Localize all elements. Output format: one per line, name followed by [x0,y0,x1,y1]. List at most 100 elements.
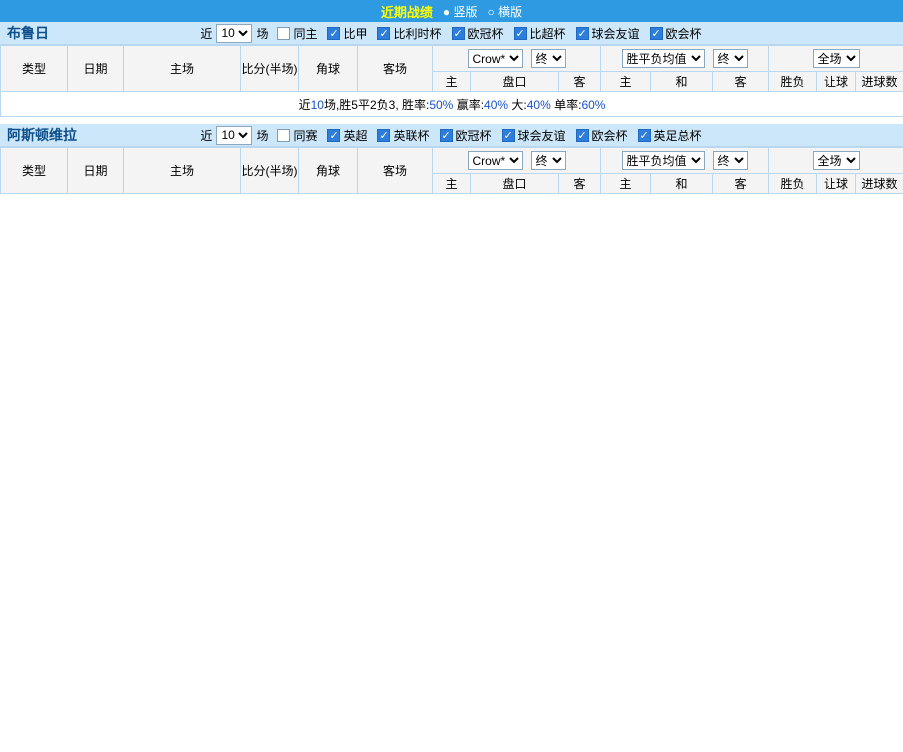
col-header-euro-draw: 和 [650,173,714,194]
col-header-result: 胜负 [768,173,818,194]
competition-label: 比利时杯 [393,26,442,41]
col-header-handicap-line: 盘口 [470,71,559,92]
same-competition-label: 同赛 [293,128,318,143]
summary-segment: 40% [484,97,509,112]
layout-radio-vertical[interactable]: 竖版 [443,3,478,20]
summary-row: 近10场,胜5平2负3, 胜率:50% 赢率:40% 大:40% 单率:60% [0,91,903,117]
competition-checkbox[interactable] [513,26,527,40]
odds-final-select[interactable]: 终 [530,49,566,68]
col-header-handicap-result: 让球 [816,173,857,194]
team-name: 阿斯顿维拉 [7,127,77,143]
competition-checkbox[interactable] [575,26,589,40]
summary-segment: 10 [310,97,324,112]
competition-label: 欧冠杯 [455,128,492,143]
competition-checkbox[interactable] [637,128,651,142]
col-header-home: 主场 [123,45,241,92]
competition-label: 欧会杯 [591,128,628,143]
bookmaker-select[interactable]: Crow* [467,49,523,68]
competition-label: 英联杯 [393,128,430,143]
competition-label: 球会友谊 [517,128,566,143]
col-header-date: 日期 [67,45,124,92]
col-header-score: 比分(半场) [240,45,299,92]
team-filter-bar: 布鲁日 近 10 场 同主 比甲 比利时杯 欧冠杯 比超杯 球会友谊 欧会杯 [0,22,903,45]
summary-segment: 场,胜5平2负3, 胜率: [323,97,430,112]
same-venue-label: 同主 [293,26,318,41]
col-header-handicap-home: 主 [432,71,471,92]
competition-checkbox[interactable] [377,128,391,142]
col-header-goals-result: 进球数 [855,173,903,194]
recent-count-select[interactable]: 10 [216,125,253,145]
avg-select-cell: 胜平负均值终 [600,45,770,72]
competition-checkbox[interactable] [649,26,663,40]
summary-segment: 50% [429,97,454,112]
bookmaker-select-cell: Crow* 终 [431,45,602,72]
competition-checkbox[interactable] [501,128,515,142]
col-header-euro-away: 客 [712,71,770,92]
page-title: 近期战绩 [380,4,433,20]
col-header-home: 主场 [123,147,241,194]
competition-checkbox[interactable] [439,128,453,142]
col-header-score: 比分(半场) [240,147,299,194]
competition-label: 英足总杯 [653,128,702,143]
win-draw-loss-average-select[interactable]: 胜平负均值 [621,151,705,170]
summary-segment: 单率: [550,97,582,112]
competition-checkbox[interactable] [327,128,341,142]
col-header-result: 胜负 [768,71,818,92]
col-header-type: 类型 [0,147,68,194]
games-label: 场 [256,128,269,143]
filters: 近 10 场 同赛 英超 英联杯 欧冠杯 球会友谊 欧会杯 英足总杯 [200,125,702,145]
col-header-away: 客场 [357,45,433,92]
same-venue-checkbox[interactable] [277,26,291,40]
avg-final-select[interactable]: 终 [712,49,748,68]
radio-label: 竖版 [453,4,478,19]
col-header-handicap-result: 让球 [816,71,857,92]
competition-checkbox[interactable] [327,26,341,40]
filters: 近 10 场 同主 比甲 比利时杯 欧冠杯 比超杯 球会友谊 欧会杯 [200,23,702,43]
same-competition-checkbox[interactable] [277,128,291,142]
fulltime-select-cell: 全场 [768,147,903,174]
competition-label: 球会友谊 [591,26,640,41]
win-draw-loss-average-select[interactable]: 胜平负均值 [621,49,705,68]
summary-segment: 赢率: [453,97,485,112]
competition-label: 英超 [343,128,368,143]
competition-checkbox[interactable] [451,26,465,40]
col-header-corner: 角球 [298,147,358,194]
layout-radio-horizontal[interactable]: 横版 [488,3,523,20]
competition-label: 欧冠杯 [467,26,504,41]
col-header-handicap-home: 主 [432,173,471,194]
competition-label: 欧会杯 [665,26,702,41]
summary-segment: 大: [508,97,527,112]
competition-checkbox[interactable] [377,26,391,40]
bookmaker-select-cell: Crow* 终 [431,147,602,174]
avg-final-select[interactable]: 终 [712,151,748,170]
matches-table: 类型 日期 主场 比分(半场) 角球 客场 Crow* 终 胜平负均值终 全场 主… [0,147,903,194]
team-section-aston-villa: 阿斯顿维拉 近 10 场 同赛 英超 英联杯 欧冠杯 球会友谊 欧会杯 英足总杯… [0,124,903,194]
fulltime-select-cell: 全场 [768,45,903,72]
radio-label: 横版 [498,4,523,19]
avg-select-cell: 胜平负均值终 [600,147,770,174]
col-header-goals-result: 进球数 [855,71,903,92]
bookmaker-select[interactable]: Crow* [467,151,523,170]
fulltime-select[interactable]: 全场 [812,151,860,170]
col-header-type: 类型 [0,45,68,92]
summary-segment: 40% [526,97,551,112]
col-header-euro-away: 客 [712,173,770,194]
summary-segment: 60% [581,97,606,112]
competition-label: 比甲 [343,26,368,41]
recent-count-select[interactable]: 10 [216,23,253,43]
competition-label: 比超杯 [529,26,566,41]
col-header-euro-home: 主 [600,71,652,92]
near-label: 近 [200,26,213,41]
odds-final-select[interactable]: 终 [530,151,566,170]
col-header-date: 日期 [67,147,124,194]
near-label: 近 [200,128,213,143]
team-name: 布鲁日 [7,25,49,41]
summary-segment: 近 [298,97,311,112]
fulltime-select[interactable]: 全场 [812,49,860,68]
matches-table: 类型 日期 主场 比分(半场) 角球 客场 Crow* 终 胜平负均值终 全场 主… [0,45,903,117]
col-header-euro-home: 主 [600,173,652,194]
col-header-euro-draw: 和 [650,71,714,92]
col-header-away: 客场 [357,147,433,194]
col-header-corner: 角球 [298,45,358,92]
competition-checkbox[interactable] [575,128,589,142]
